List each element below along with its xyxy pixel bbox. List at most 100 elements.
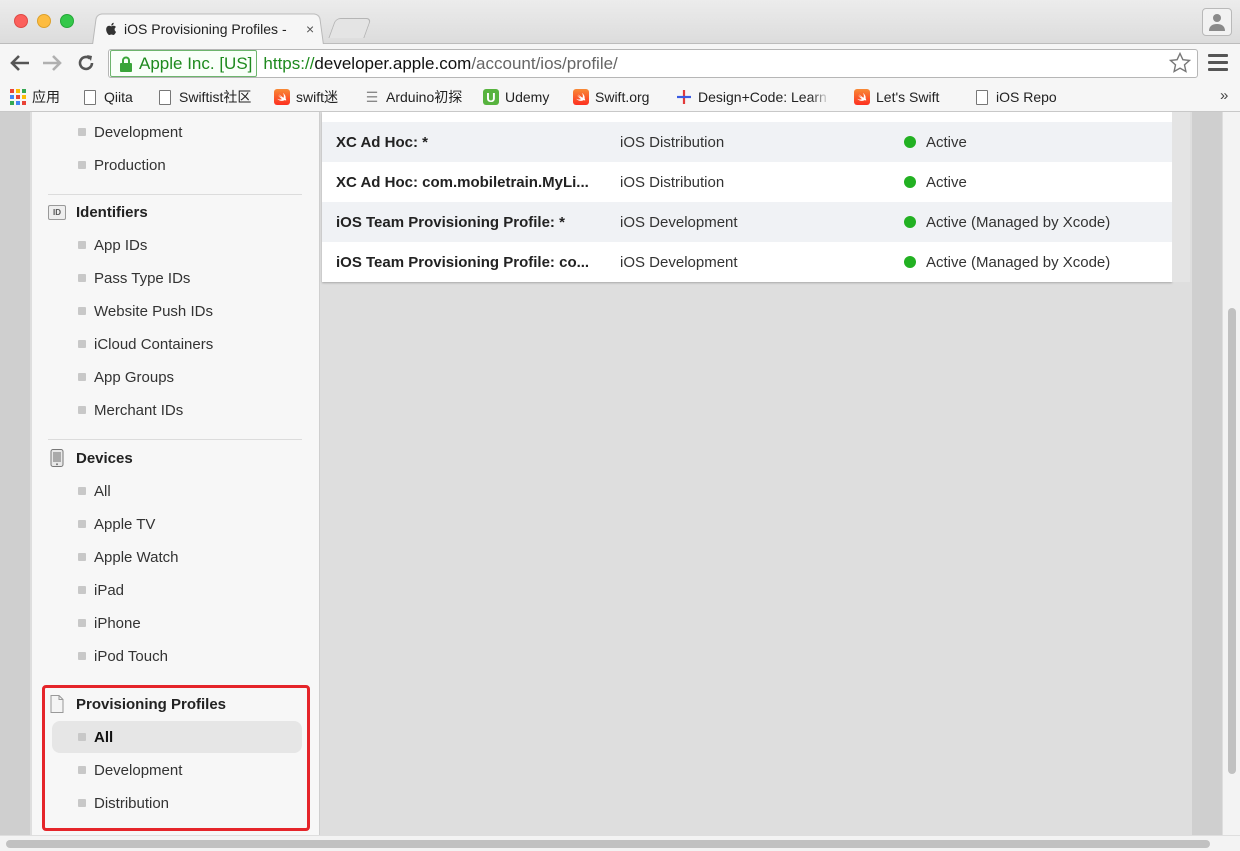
sidebar-item-icloud-containers[interactable]: iCloud Containers	[32, 333, 213, 355]
reload-button[interactable]	[74, 51, 98, 75]
status-label: Active	[926, 133, 967, 151]
url-text[interactable]: https://developer.apple.com/account/ios/…	[263, 54, 617, 74]
menu-icon[interactable]	[1208, 54, 1228, 72]
sidebar-item-label: App IDs	[94, 236, 148, 254]
bookmark-label: Swiftist社区	[179, 89, 252, 105]
url-scheme: https://	[263, 53, 315, 73]
page-icon	[84, 89, 96, 105]
sidebar-item-label: Pass Type IDs	[94, 269, 191, 287]
sidebar-item-certificates-development[interactable]: Development	[32, 121, 182, 143]
sidebar-item-iphone[interactable]: iPhone	[32, 612, 141, 634]
sidebar-item-ipod-touch[interactable]: iPod Touch	[32, 645, 168, 667]
sidebar-item-merchant-ids[interactable]: Merchant IDs	[32, 399, 183, 421]
vertical-scrollbar-thumb[interactable]	[1228, 308, 1236, 774]
sidebar-item-app-groups[interactable]: App Groups	[32, 366, 174, 388]
sidebar-item-app-ids[interactable]: App IDs	[32, 234, 147, 256]
address-bar[interactable]: Apple Inc. [US] https://developer.apple.…	[108, 49, 1198, 78]
browser-toolbar: Apple Inc. [US] https://developer.apple.…	[0, 44, 1240, 82]
sidebar-divider	[48, 439, 302, 440]
sidebar-item-label: iPhone	[94, 614, 141, 632]
status-dot-icon	[904, 136, 916, 148]
profile-status: Active (Managed by Xcode)	[904, 214, 1110, 231]
arrow-right-icon	[43, 55, 62, 71]
table-row[interactable]: iOS Team Provisioning Profile: co... iOS…	[322, 242, 1172, 282]
page-viewport: Development Production ID Identifiers Ap…	[0, 112, 1240, 851]
forward-button[interactable]	[40, 51, 64, 75]
apple-icon	[104, 22, 118, 36]
sidebar-item-ipad[interactable]: iPad	[32, 579, 124, 601]
device-icon	[48, 449, 66, 467]
more-bookmarks-icon[interactable]: »	[1220, 87, 1228, 104]
bookmark-label: Qiita	[104, 89, 133, 105]
profile-type: iOS Development	[620, 253, 738, 271]
sidebar-item-apple-tv[interactable]: Apple TV	[32, 513, 155, 535]
reload-icon	[78, 55, 94, 71]
status-dot-icon	[904, 216, 916, 228]
bookmark-label: Design+Code: Learn	[698, 89, 827, 105]
profile-name: iOS Team Provisioning Profile: co...	[336, 253, 590, 271]
close-window-button[interactable]	[14, 14, 28, 28]
swift-icon	[573, 89, 589, 105]
bookmark-design-code[interactable]: Design+Code: Learn	[676, 88, 830, 106]
sidebar-section-devices[interactable]: Devices	[48, 447, 133, 469]
bullet-icon	[78, 619, 86, 627]
bookmark-label: 应用	[32, 89, 60, 105]
bullet-icon	[78, 586, 86, 594]
sidebar-item-apple-watch[interactable]: Apple Watch	[32, 546, 179, 568]
back-button[interactable]	[8, 51, 32, 75]
profile-name: XC Ad Hoc: com.mobiletrain.MyLi...	[336, 173, 589, 191]
bullet-icon	[78, 340, 86, 348]
table-row[interactable]: XC Ad Hoc: com.mobiletrain.MyLi... iOS D…	[322, 162, 1172, 202]
ev-label: Apple Inc. [US]	[139, 53, 253, 73]
profiles-table: XC Ad Hoc: * iOS Distribution Active XC …	[322, 112, 1172, 282]
bookmark-swiftmi[interactable]: swift迷	[274, 88, 338, 106]
table-row[interactable]: XC Ad Hoc: * iOS Distribution Active	[322, 122, 1172, 162]
bookmark-udemy[interactable]: U Udemy	[483, 88, 549, 106]
sidebar-item-label: iPod Touch	[94, 647, 168, 665]
bookmark-apps[interactable]: 应用	[10, 88, 60, 106]
sidebar-item-label: iPad	[94, 581, 125, 599]
bullet-icon	[78, 274, 86, 282]
udemy-icon: U	[483, 89, 499, 105]
sidebar-section-identifiers[interactable]: ID Identifiers	[48, 201, 148, 223]
sidebar-item-label: iCloud Containers	[94, 335, 214, 353]
bookmark-ios-repo[interactable]: iOS Repo	[974, 88, 1057, 106]
profile-type: iOS Distribution	[620, 133, 725, 151]
bullet-icon	[78, 241, 86, 249]
annotation-highlight-box	[42, 685, 310, 831]
sidebar-item-certificates-production[interactable]: Production	[32, 154, 166, 176]
bullet-icon	[78, 487, 86, 495]
horizontal-scrollbar-thumb[interactable]	[6, 840, 1210, 848]
lock-icon	[120, 56, 132, 72]
profile-name: iOS Team Provisioning Profile: *	[336, 213, 565, 231]
sidebar-item-label: Apple TV	[94, 515, 156, 533]
person-icon	[1209, 14, 1225, 31]
section-title: Identifiers	[76, 203, 148, 221]
status-label: Active	[926, 173, 967, 191]
table-row[interactable]: iOS Team Provisioning Profile: * iOS Dev…	[322, 202, 1172, 242]
bookmark-star-icon[interactable]	[1168, 51, 1192, 80]
vertical-scrollbar[interactable]	[1222, 112, 1240, 835]
bookmark-swift-org[interactable]: Swift.org	[573, 88, 649, 106]
minimize-window-button[interactable]	[37, 14, 51, 28]
horizontal-scrollbar[interactable]	[0, 835, 1240, 851]
sidebar-item-devices-all[interactable]: All	[32, 480, 111, 502]
bullet-icon	[78, 406, 86, 414]
bullet-icon	[78, 161, 86, 169]
new-tab-button[interactable]	[328, 18, 372, 38]
bookmark-qiita[interactable]: Qiita	[82, 88, 133, 106]
browser-tab[interactable]: iOS Provisioning Profiles - ×	[104, 18, 318, 40]
close-tab-icon[interactable]: ×	[306, 21, 314, 37]
bookmark-swiftist[interactable]: Swiftist社区	[157, 88, 251, 106]
zoom-window-button[interactable]	[60, 14, 74, 28]
bullet-icon	[78, 520, 86, 528]
bookmark-lets-swift[interactable]: Let's Swift	[854, 88, 939, 106]
bookmarks-bar: 应用 Qiita Swiftist社区 swift迷 ☰ Arduino初探 U…	[0, 82, 1240, 112]
sidebar-item-pass-type-ids[interactable]: Pass Type IDs	[32, 267, 190, 289]
bullet-icon	[78, 128, 86, 136]
ev-certificate-badge[interactable]: Apple Inc. [US]	[110, 50, 258, 77]
sidebar-item-website-push-ids[interactable]: Website Push IDs	[32, 300, 213, 322]
user-profile-button[interactable]	[1202, 8, 1232, 36]
bookmark-arduino[interactable]: ☰ Arduino初探	[364, 88, 463, 106]
status-dot-icon	[904, 256, 916, 268]
